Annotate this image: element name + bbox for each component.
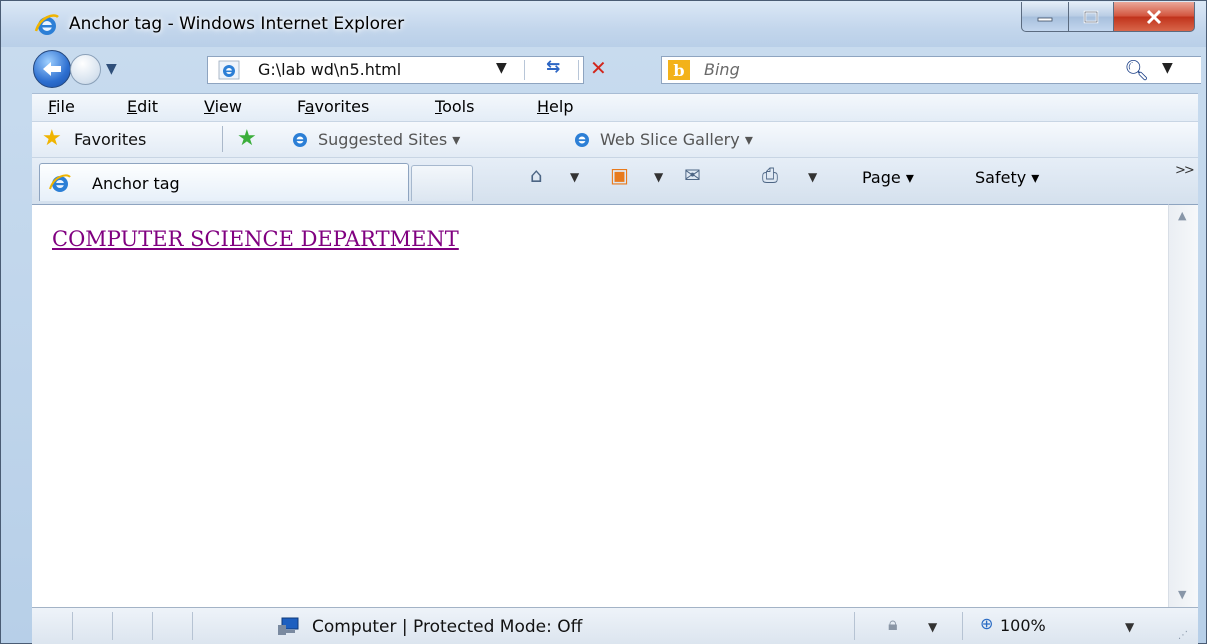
status-divider (112, 612, 113, 640)
maximize-icon (1083, 10, 1099, 23)
scroll-down-icon[interactable]: ▼ (1178, 588, 1186, 601)
ie-logo-icon (34, 14, 59, 35)
zoom-icon[interactable]: ⊕ (980, 614, 993, 633)
window-title: Anchor tag - Windows Internet Explorer (69, 14, 405, 34)
menu-edit[interactable]: Edit (127, 97, 158, 116)
ie-tab-icon (49, 174, 71, 192)
safety-menu[interactable]: Safety ▾ (975, 168, 1039, 187)
address-dropdown-icon[interactable]: ▼ (496, 60, 507, 76)
scroll-up-icon[interactable]: ▲ (1178, 209, 1186, 222)
more-commands-icon[interactable]: >> (1175, 163, 1195, 178)
web-slice-gallery-link[interactable]: Web Slice Gallery ▾ (572, 130, 753, 149)
stop-icon[interactable]: ✕ (590, 56, 607, 80)
maximize-button[interactable] (1068, 2, 1114, 32)
bing-logo-icon: b (668, 60, 690, 80)
address-separator (524, 60, 525, 80)
new-tab-button[interactable] (411, 165, 473, 201)
tab-row: Anchor tag ⌂ ▼ ▣ ▼ ✉ ⎙ ▼ Page ▾ Safety ▾… (32, 157, 1198, 205)
protected-mode-icon[interactable]: 🔒︎ (888, 614, 898, 635)
search-dropdown-icon[interactable]: ▼ (1162, 60, 1173, 76)
department-link[interactable]: COMPUTER SCIENCE DEPARTMENT (52, 227, 459, 251)
tab-label: Anchor tag (92, 174, 180, 193)
menu-tools[interactable]: Tools (435, 97, 474, 116)
navigation-bar: ▼ G:\lab wd\n5.html ▼ ⇆ ✕ b Bing 🔍︎ ▼ (1, 47, 1206, 93)
address-bar[interactable]: G:\lab wd\n5.html ▼ ⇆ ✕ (207, 56, 607, 84)
zone-dropdown-icon[interactable]: ▼ (928, 620, 937, 634)
security-zone-text[interactable]: Computer | Protected Mode: Off (312, 617, 582, 637)
minimize-button[interactable] (1021, 2, 1069, 32)
tab-anchor-tag[interactable]: Anchor tag (39, 163, 409, 201)
status-divider (192, 612, 193, 640)
menu-favorites[interactable]: Favorites (297, 97, 369, 116)
zoom-level[interactable]: 100% (1000, 616, 1046, 635)
computer-zone-icon (278, 617, 299, 635)
favorites-bar: ★ Favorites ★ Suggested Sites ▾ Web Slic… (32, 121, 1198, 158)
home-icon[interactable]: ⌂ (530, 163, 543, 187)
menu-help[interactable]: Help (537, 97, 573, 116)
menu-view[interactable]: View (204, 97, 242, 116)
status-divider (152, 612, 153, 640)
back-arrow-icon (43, 62, 61, 76)
close-icon (1146, 9, 1162, 24)
page-menu[interactable]: Page ▾ (862, 168, 914, 187)
title-bar[interactable]: Anchor tag - Windows Internet Explorer (1, 1, 1206, 47)
ie-page-icon (575, 133, 589, 147)
close-button[interactable] (1113, 2, 1195, 32)
print-icon[interactable]: ⎙ (762, 163, 778, 187)
feeds-dropdown-icon[interactable]: ▼ (654, 170, 663, 184)
page-menu-label: Page (862, 168, 901, 187)
search-box[interactable]: b Bing 🔍︎ ▼ (661, 56, 1201, 84)
search-input[interactable]: Bing (704, 60, 740, 79)
ie-page-icon (293, 133, 307, 147)
zoom-dropdown-icon[interactable]: ▼ (1125, 620, 1134, 634)
address-separator (578, 60, 579, 80)
web-slice-gallery-label: Web Slice Gallery ▾ (600, 130, 753, 149)
vertical-scrollbar[interactable]: ▲ ▼ (1168, 204, 1198, 607)
status-divider (962, 612, 963, 640)
favorites-star-icon: ★ (42, 126, 62, 151)
suggested-sites-label: Suggested Sites ▾ (318, 130, 461, 149)
minimize-icon (1037, 17, 1053, 21)
home-dropdown-icon[interactable]: ▼ (570, 170, 579, 184)
status-bar: Computer | Protected Mode: Off 🔒︎ ▼ ⊕ 10… (32, 607, 1198, 644)
address-url[interactable]: G:\lab wd\n5.html (258, 60, 401, 79)
favorites-button[interactable]: Favorites (74, 130, 146, 149)
feeds-icon[interactable]: ▣ (610, 163, 629, 187)
suggested-sites-link[interactable]: Suggested Sites ▾ (290, 130, 460, 149)
back-button[interactable] (33, 50, 71, 88)
print-dropdown-icon[interactable]: ▼ (808, 170, 817, 184)
menu-file[interactable]: File (48, 97, 75, 116)
status-divider (854, 612, 855, 640)
refresh-icon[interactable]: ⇆ (546, 57, 560, 77)
recent-pages-dropdown-icon[interactable]: ▼ (106, 61, 117, 77)
favorites-divider (222, 126, 223, 152)
page-ie-icon (218, 60, 240, 80)
safety-menu-label: Safety (975, 168, 1027, 187)
mail-icon[interactable]: ✉ (684, 163, 701, 187)
status-divider (72, 612, 73, 640)
menu-bar: File Edit View Favorites Tools Help (32, 93, 1198, 122)
page-content: COMPUTER SCIENCE DEPARTMENT (32, 204, 1168, 608)
forward-button[interactable] (70, 54, 101, 85)
ie-window: Anchor tag - Windows Internet Explorer ▼ (0, 0, 1207, 644)
add-to-favorites-icon[interactable]: ★ (237, 126, 257, 151)
resize-grip-icon[interactable]: ⋰ (1178, 630, 1188, 641)
search-icon[interactable]: 🔍︎ (1124, 58, 1149, 82)
